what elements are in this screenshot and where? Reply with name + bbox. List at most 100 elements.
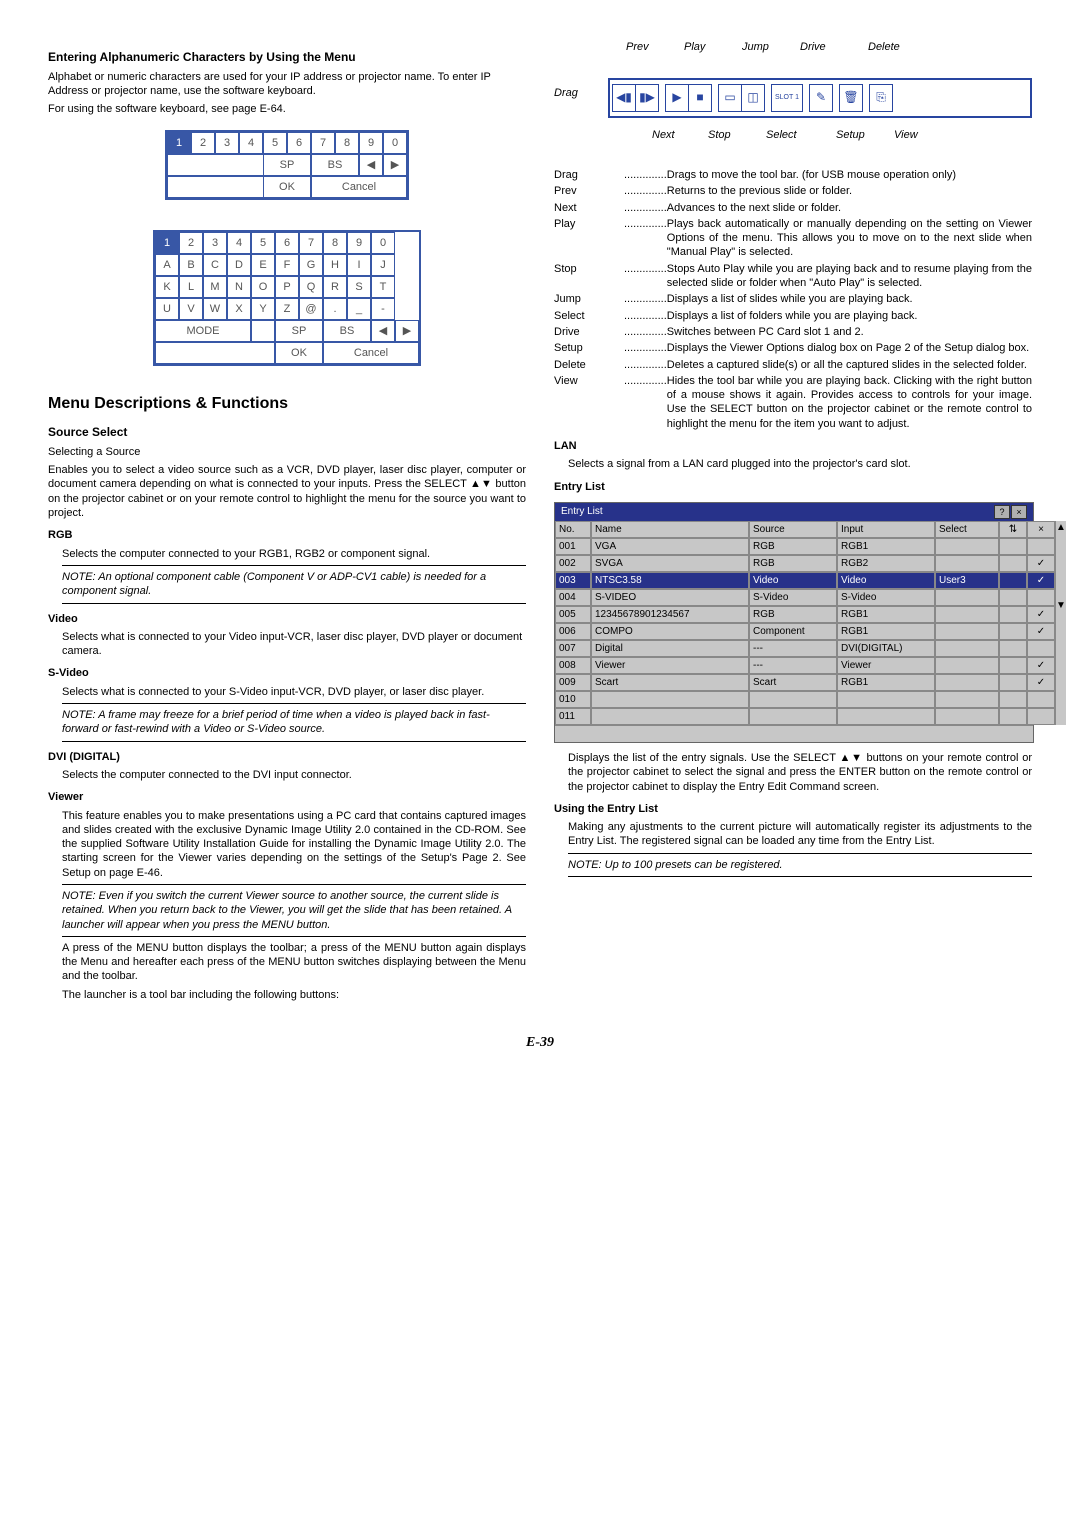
key-1[interactable]: 1 [167,132,191,154]
item-heading: RGB [48,528,526,542]
table-row[interactable]: 004S-VIDEOS-VideoS-Video [555,589,1055,606]
label-delete: Delete [868,40,900,54]
item-heading: LAN [554,439,1032,453]
note: NOTE: Even if you switch the current Vie… [62,889,526,932]
key-0[interactable]: 0 [383,132,407,154]
def-desc: Switches between PC Card slot 1 and 2. [667,325,1032,339]
key-cancel[interactable]: Cancel [323,342,419,364]
status-bar [555,725,1033,742]
paragraph: Alphabet or numeric characters are used … [48,70,526,99]
window-title: Entry List [561,505,603,518]
view-icon[interactable]: ⎘ [870,85,892,111]
setup-icon[interactable]: ✎ [810,85,832,111]
def-desc: Drags to move the tool bar. (for USB mou… [667,168,1032,182]
subheading: Source Select [48,425,526,441]
close-icon[interactable]: × [1027,521,1055,538]
def-term: Setup [554,341,624,355]
table-row[interactable]: 011 [555,708,1055,725]
section-heading-major: Menu Descriptions & Functions [48,394,526,415]
section-heading: Entering Alphanumeric Characters by Usin… [48,50,526,66]
def-term: View [554,374,624,431]
key-2[interactable]: 2 [191,132,215,154]
label-jump: Jump [742,40,769,54]
definition-row: Jump .............. Displays a list of s… [554,292,1032,306]
definition-row: Stop .............. Stops Auto Play whil… [554,262,1032,291]
label-drive: Drive [800,40,826,54]
table-row[interactable]: 003NTSC3.58VideoVideoUser3✓ [555,572,1055,589]
def-term: Jump [554,292,624,306]
def-term: Select [554,309,624,323]
key-6[interactable]: 6 [287,132,311,154]
label-stop: Stop [708,128,731,142]
key-1[interactable]: 1 [155,232,179,254]
paragraph: Selects what is connected to your Video … [48,630,526,659]
paragraph: The launcher is a tool bar including the… [48,988,526,1002]
viewer-toolbar: ◀▮▮▶ ▶■ ▭◫ SLOT 1 ✎ 🗑 ⎘ [608,78,1032,118]
label-drag: Drag [554,86,578,100]
paragraph: Enables you to select a video source suc… [48,463,526,520]
table-row[interactable]: 006COMPOComponentRGB1✓ [555,623,1055,640]
page-number: E-39 [48,1034,1032,1052]
def-desc: Displays a list of slides while you are … [667,292,1032,306]
key-8[interactable]: 8 [335,132,359,154]
note: NOTE: A frame may freeze for a brief per… [62,708,526,737]
paragraph: Selecting a Source [48,445,526,459]
key-ok[interactable]: OK [263,176,311,198]
scrollbar[interactable]: ▲▼ [1055,521,1066,725]
key-9[interactable]: 9 [359,132,383,154]
table-row[interactable]: 007Digital---DVI(DIGITAL) [555,640,1055,657]
definition-row: Next .............. Advances to the next… [554,201,1032,215]
key-left[interactable]: ◀ [371,320,395,342]
def-desc: Stops Auto Play while you are playing ba… [667,262,1032,291]
item-heading: Video [48,612,526,626]
table-row[interactable]: 009ScartScartRGB1✓ [555,674,1055,691]
definition-row: Select .............. Displays a list of… [554,309,1032,323]
key-left[interactable]: ◀ [359,154,383,176]
key-right[interactable]: ▶ [395,320,419,342]
key-5[interactable]: 5 [263,132,287,154]
drive-slot[interactable]: SLOT 1 [772,85,802,111]
definition-row: Setup .............. Displays the Viewer… [554,341,1032,355]
label-prev: Prev [626,40,649,54]
window-controls[interactable]: ?× [993,505,1027,519]
label-view: View [894,128,918,142]
paragraph: Selects the computer connected to the DV… [48,768,526,782]
key-mode[interactable]: MODE [155,320,251,342]
key-bs[interactable]: BS [323,320,371,342]
table-row[interactable]: 002SVGARGBRGB2✓ [555,555,1055,572]
key-4[interactable]: 4 [239,132,263,154]
paragraph: Selects the computer connected to your R… [48,547,526,561]
sort-icon[interactable]: ⇅ [999,521,1027,538]
label-select: Select [766,128,797,142]
def-term: Stop [554,262,624,291]
select-icon[interactable]: ◫ [742,85,764,111]
prev-icon[interactable]: ◀▮ [613,85,636,111]
definition-row: Play .............. Plays back automatic… [554,217,1032,260]
key-ok[interactable]: OK [275,342,323,364]
play-icon[interactable]: ▶ [666,85,689,111]
table-row[interactable]: 008Viewer---Viewer✓ [555,657,1055,674]
item-heading: Using the Entry List [554,802,1032,816]
label-play: Play [684,40,705,54]
key-3[interactable]: 3 [215,132,239,154]
next-icon[interactable]: ▮▶ [636,85,658,111]
definition-row: View .............. Hides the tool bar w… [554,374,1032,431]
label-setup: Setup [836,128,865,142]
key-cancel[interactable]: Cancel [311,176,407,198]
table-row[interactable]: 001VGARGBRGB1 [555,538,1055,555]
paragraph: Selects a signal from a LAN card plugged… [554,457,1032,471]
key-sp[interactable]: SP [263,154,311,176]
jump-icon[interactable]: ▭ [719,85,742,111]
stop-icon[interactable]: ■ [689,85,711,111]
table-row[interactable]: 00512345678901234567RGBRGB1✓ [555,606,1055,623]
table-row[interactable]: 010 [555,691,1055,708]
def-desc: Advances to the next slide or folder. [667,201,1032,215]
delete-icon[interactable]: 🗑 [840,85,862,111]
definitions: Drag .............. Drags to move the to… [554,168,1032,431]
key-7[interactable]: 7 [311,132,335,154]
key-bs[interactable]: BS [311,154,359,176]
key-right[interactable]: ▶ [383,154,407,176]
paragraph: Making any ajustments to the current pic… [554,820,1032,849]
def-term: Play [554,217,624,260]
key-sp[interactable]: SP [275,320,323,342]
